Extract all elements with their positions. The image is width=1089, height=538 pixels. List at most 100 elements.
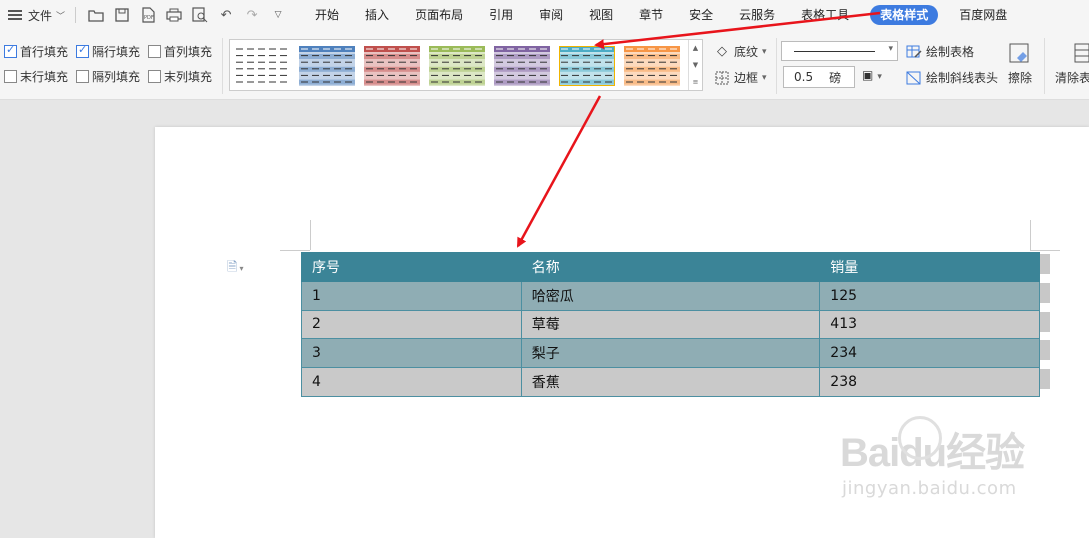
tab-security[interactable]: 安全 bbox=[676, 0, 726, 30]
gallery-expand-icon[interactable]: ≡ bbox=[693, 78, 699, 86]
table-cell[interactable]: 香蕉 bbox=[520, 367, 821, 397]
divider bbox=[776, 38, 777, 94]
checkbox-last-column-fill[interactable]: 末列填充 bbox=[148, 68, 218, 85]
customize-toolbar-icon[interactable]: ▽ bbox=[268, 5, 288, 25]
checkbox-unchecked-icon bbox=[148, 45, 161, 58]
data-table[interactable]: 序号 名称 销量 1 哈密瓜 125 2 草莓 413 3 梨子 234 4 香… bbox=[301, 252, 1040, 397]
border-button[interactable]: 边框 ▾ bbox=[714, 69, 767, 86]
redo-icon[interactable]: ↷ bbox=[242, 5, 262, 25]
table-cell[interactable]: 125 bbox=[819, 280, 1040, 311]
tab-references[interactable]: 引用 bbox=[476, 0, 526, 30]
quick-access-toolbar: PDF ↶ ↷ ▽ bbox=[86, 5, 288, 25]
erase-button[interactable]: 擦除 bbox=[1008, 42, 1032, 86]
tab-home[interactable]: 开始 bbox=[302, 0, 352, 30]
table-cell[interactable]: 4 bbox=[301, 367, 522, 397]
tab-review[interactable]: 审阅 bbox=[526, 0, 576, 30]
file-menu-button[interactable]: 文件 ﹀ bbox=[0, 0, 71, 30]
checkbox-label: 隔列填充 bbox=[92, 70, 141, 84]
table-style-thumbnail[interactable] bbox=[494, 46, 550, 86]
table-style-thumbnail[interactable] bbox=[299, 46, 355, 86]
checkbox-unchecked-icon bbox=[76, 70, 89, 83]
table-cell[interactable]: 2 bbox=[301, 309, 522, 340]
paw-logo-icon bbox=[898, 416, 942, 460]
table-cell[interactable]: 1 bbox=[301, 280, 522, 311]
chevron-down-icon: ▾ bbox=[762, 46, 767, 57]
table-cell[interactable]: 哈密瓜 bbox=[520, 280, 821, 311]
scroll-down-icon[interactable]: ▼ bbox=[693, 61, 698, 69]
margin-marker bbox=[1030, 250, 1060, 251]
print-icon[interactable] bbox=[164, 5, 184, 25]
checkbox-last-row-fill[interactable]: 末行填充 bbox=[4, 68, 76, 85]
checkbox-label: 首行填充 bbox=[20, 45, 69, 59]
table-style-thumbnail[interactable] bbox=[364, 46, 420, 86]
table-cell[interactable]: 3 bbox=[301, 338, 522, 369]
row-end-marker bbox=[1040, 254, 1050, 274]
ribbon-panel: 首行填充 隔行填充 首列填充 末行填充 隔列填充 末列填充 ▲ ▼ ≡ ◇ 底纹… bbox=[0, 30, 1089, 100]
checkbox-banded-rows[interactable]: 隔行填充 bbox=[76, 43, 148, 60]
clear-label: 清除表 bbox=[1055, 71, 1089, 85]
line-width-select[interactable]: 0.5 磅 bbox=[783, 66, 855, 88]
diagonal-header-icon bbox=[906, 70, 922, 86]
file-menu-label: 文件 bbox=[28, 8, 53, 23]
tab-table-style[interactable]: 表格样式 bbox=[870, 5, 939, 25]
line-color-icon: ▣ bbox=[862, 68, 874, 82]
divider bbox=[1044, 38, 1045, 94]
line-style-select[interactable]: ▾ bbox=[781, 41, 898, 61]
row-end-marker bbox=[1040, 311, 1050, 332]
margin-marker bbox=[310, 220, 311, 250]
table-style-thumbnail[interactable] bbox=[234, 46, 290, 86]
save-icon[interactable] bbox=[112, 5, 132, 25]
table-row: 1 哈密瓜 125 bbox=[301, 280, 1040, 311]
watermark-url: jingyan.baidu.com bbox=[842, 478, 1017, 499]
table-cell[interactable]: 234 bbox=[819, 338, 1040, 369]
tab-table-tools[interactable]: 表格工具 bbox=[788, 0, 862, 30]
checkbox-banded-columns[interactable]: 隔列填充 bbox=[76, 68, 148, 85]
line-color-button[interactable]: ▣ ▾ bbox=[862, 68, 882, 82]
open-folder-icon[interactable] bbox=[86, 5, 106, 25]
checkbox-label: 末列填充 bbox=[164, 70, 213, 84]
checkbox-label: 隔行填充 bbox=[92, 45, 141, 59]
chevron-down-icon: ▾ bbox=[888, 44, 893, 54]
clear-style-button[interactable]: 清除表 bbox=[1055, 42, 1089, 86]
table-header-cell[interactable]: 销量 bbox=[819, 252, 1040, 282]
clear-table-style-icon bbox=[1055, 42, 1089, 69]
paint-bucket-icon: ◇ bbox=[717, 44, 727, 59]
checkbox-unchecked-icon bbox=[148, 70, 161, 83]
table-cell[interactable]: 413 bbox=[819, 309, 1040, 340]
table-cell[interactable]: 草莓 bbox=[520, 309, 821, 340]
checkbox-first-row-fill[interactable]: 首行填充 bbox=[4, 43, 76, 60]
paragraph-menu-button[interactable]: 🗎 ▾ bbox=[227, 258, 243, 280]
margin-marker bbox=[280, 250, 310, 251]
table-header-cell[interactable]: 序号 bbox=[301, 252, 522, 282]
undo-icon[interactable]: ↶ bbox=[216, 5, 236, 25]
tab-insert[interactable]: 插入 bbox=[352, 0, 402, 30]
table-style-thumbnail[interactable] bbox=[429, 46, 485, 86]
chevron-down-icon: ▾ bbox=[762, 72, 767, 83]
table-cell[interactable]: 238 bbox=[819, 367, 1040, 397]
table-header-cell[interactable]: 名称 bbox=[520, 252, 821, 282]
checkbox-checked-icon bbox=[4, 43, 17, 58]
tab-view[interactable]: 视图 bbox=[576, 0, 626, 30]
table-row: 2 草莓 413 bbox=[301, 309, 1040, 340]
table-style-thumbnail-selected[interactable] bbox=[559, 46, 615, 86]
tab-page-layout[interactable]: 页面布局 bbox=[402, 0, 476, 30]
draw-diagonal-header-button[interactable]: 绘制斜线表头 bbox=[906, 69, 998, 86]
line-style-preview bbox=[794, 51, 875, 52]
checkbox-first-column-fill[interactable]: 首列填充 bbox=[148, 43, 218, 60]
line-width-value: 0.5 bbox=[794, 70, 814, 84]
tab-baidu-netdisk[interactable]: 百度网盘 bbox=[946, 0, 1020, 30]
shading-button[interactable]: ◇ 底纹 ▾ bbox=[714, 43, 767, 60]
scroll-up-icon[interactable]: ▲ bbox=[693, 44, 698, 52]
draw-table-button[interactable]: 绘制表格 bbox=[906, 43, 974, 60]
tab-chapter[interactable]: 章节 bbox=[626, 0, 676, 30]
table-style-thumbnail[interactable] bbox=[624, 46, 680, 86]
table-cell[interactable]: 梨子 bbox=[520, 338, 821, 369]
draw-diagonal-label: 绘制斜线表头 bbox=[926, 71, 999, 85]
eraser-icon bbox=[1008, 42, 1032, 69]
checkbox-label: 末行填充 bbox=[20, 70, 69, 84]
tab-cloud-service[interactable]: 云服务 bbox=[726, 0, 788, 30]
row-end-marker bbox=[1040, 282, 1050, 303]
table-row: 3 梨子 234 bbox=[301, 338, 1040, 369]
print-preview-icon[interactable] bbox=[190, 5, 210, 25]
export-pdf-icon[interactable]: PDF bbox=[138, 5, 158, 25]
